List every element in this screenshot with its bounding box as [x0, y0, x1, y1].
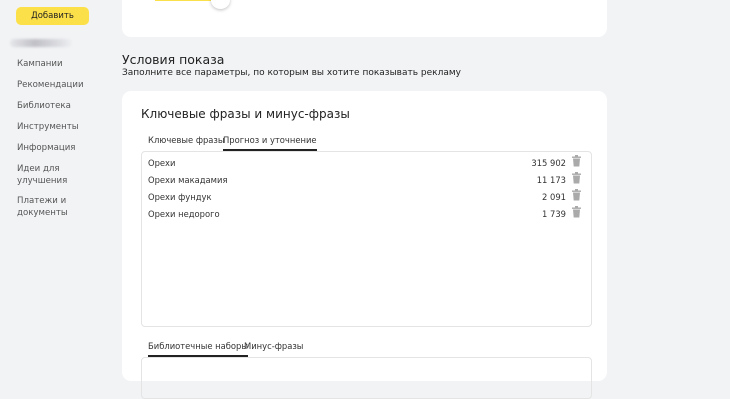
keyword-count: 2 091: [542, 192, 566, 202]
keyword-row: Орехи фундук 2 091: [148, 189, 586, 206]
trash-icon[interactable]: [571, 155, 582, 167]
add-button[interactable]: Добавить: [16, 7, 89, 25]
keywords-card: Ключевые фразы и минус-фразы Ключевые фр…: [122, 91, 607, 399]
keyword-phrase: Орехи: [148, 158, 176, 168]
keyword-count: 11 173: [536, 175, 566, 185]
keyword-row: Орехи недорого 1 739: [148, 206, 586, 223]
sidebar-item-library[interactable]: Библиотека: [17, 100, 97, 112]
keyword-row: Орехи макадамия 11 173: [148, 172, 586, 189]
section-subtitle: Заполните все параметры, по которым вы х…: [122, 68, 461, 78]
tab-library-sets[interactable]: Библиотечные наборы: [148, 341, 248, 357]
tab-minus-phrases[interactable]: Минус-фразы: [244, 341, 303, 355]
keyword-row: Орехи 315 902: [148, 155, 586, 172]
keyword-count: 1 739: [542, 209, 566, 219]
keyword-count: 315 902: [531, 158, 566, 168]
card-title: Ключевые фразы и минус-фразы: [141, 107, 350, 121]
sidebar-item-tools[interactable]: Инструменты: [17, 121, 97, 133]
sidebar: Добавить Кампании Рекомендации Библиотек…: [0, 0, 104, 365]
slider-handle[interactable]: [211, 0, 230, 9]
trash-icon[interactable]: [571, 206, 582, 218]
sidebar-item-ideas[interactable]: Идеи для улучшения: [17, 163, 75, 187]
tab-keywords[interactable]: Ключевые фразы: [148, 135, 225, 149]
library-sets-box: [141, 357, 592, 399]
sidebar-item-recommendations[interactable]: Рекомендации: [17, 79, 97, 91]
keyword-phrase: Орехи макадамия: [148, 175, 228, 185]
slider-fill: [155, 0, 213, 1]
sidebar-item-payments[interactable]: Платежи и документы: [17, 195, 75, 219]
keyword-phrase: Орехи фундук: [148, 192, 212, 202]
keyword-phrase: Орехи недорого: [148, 209, 220, 219]
trash-icon[interactable]: [571, 172, 582, 184]
tab-forecast[interactable]: Прогноз и уточнение: [223, 135, 317, 151]
trash-icon[interactable]: [571, 189, 582, 201]
section-title: Условия показа: [122, 52, 225, 67]
sidebar-item-information[interactable]: Информация: [17, 142, 97, 154]
keywords-list: Орехи 315 902 Орехи макадамия 11 173 Оре…: [141, 151, 592, 327]
blurred-user-name: [10, 39, 72, 47]
top-panel: [122, 0, 607, 37]
sidebar-item-campaigns[interactable]: Кампании: [17, 58, 97, 70]
